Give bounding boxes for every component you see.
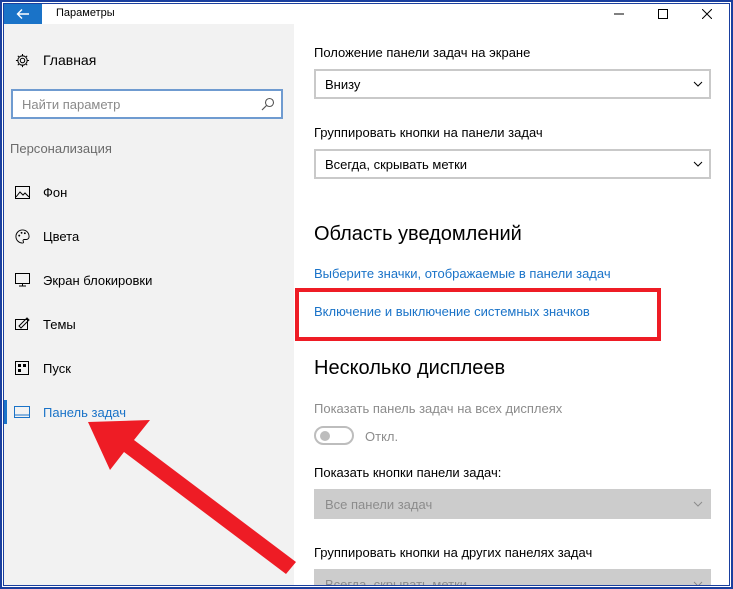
start-icon bbox=[14, 360, 30, 376]
select-value: Всегда, скрывать метки bbox=[325, 577, 468, 585]
sidebar-item-home[interactable]: Главная bbox=[14, 52, 96, 68]
select-value: Внизу bbox=[325, 77, 361, 92]
toggle-knob bbox=[320, 431, 330, 441]
chevron-down-icon bbox=[693, 81, 703, 87]
minimize-icon bbox=[614, 13, 624, 15]
maximize-icon bbox=[658, 9, 668, 19]
highlight-annotation-box bbox=[295, 288, 661, 341]
palette-icon bbox=[14, 228, 30, 244]
lock-screen-icon bbox=[14, 272, 30, 288]
show-taskbar-buttons-select[interactable]: Все панели задач bbox=[314, 489, 711, 519]
sidebar-item-label: Пуск bbox=[43, 360, 71, 376]
image-icon bbox=[14, 184, 30, 200]
select-value: Все панели задач bbox=[325, 497, 433, 512]
group-other-taskbars-select[interactable]: Всегда, скрывать метки bbox=[314, 569, 711, 585]
search-input[interactable]: Найти параметр bbox=[11, 89, 283, 119]
taskbar-position-label: Положение панели задач на экране bbox=[314, 45, 531, 60]
chevron-down-icon bbox=[693, 161, 703, 167]
sidebar-item-label: Экран блокировки bbox=[43, 272, 153, 288]
sidebar-item-lock-screen[interactable]: Экран блокировки bbox=[14, 269, 152, 291]
chevron-down-icon bbox=[693, 581, 703, 585]
taskbar-position-select[interactable]: Внизу bbox=[314, 69, 711, 99]
close-icon bbox=[702, 9, 712, 19]
sidebar-item-background[interactable]: Фон bbox=[14, 181, 67, 203]
main-content: Положение панели задач на экране Внизу Г… bbox=[294, 24, 729, 585]
group-other-taskbars-label: Группировать кнопки на других панелях за… bbox=[314, 545, 593, 560]
sidebar-section-title: Персонализация bbox=[10, 141, 112, 156]
sidebar-item-themes[interactable]: Темы bbox=[14, 313, 76, 335]
sidebar-item-label: Фон bbox=[43, 184, 68, 200]
group-buttons-label: Группировать кнопки на панели задач bbox=[314, 125, 543, 140]
group-buttons-select[interactable]: Всегда, скрывать метки bbox=[314, 149, 711, 179]
search-icon bbox=[261, 97, 275, 111]
sidebar-item-taskbar[interactable]: Панель задач bbox=[14, 401, 126, 423]
show-taskbar-all-displays-toggle[interactable] bbox=[314, 426, 354, 445]
sidebar: Главная Найти параметр Персонализация Фо… bbox=[4, 24, 294, 585]
show-taskbar-buttons-label: Показать кнопки панели задач: bbox=[314, 465, 502, 480]
search-placeholder: Найти параметр bbox=[22, 97, 121, 112]
toggle-state-label: Откл. bbox=[365, 429, 399, 444]
maximize-button[interactable] bbox=[641, 4, 685, 24]
taskbar-icon bbox=[14, 404, 30, 420]
close-button[interactable] bbox=[685, 4, 729, 24]
select-taskbar-icons-link[interactable]: Выберите значки, отображаемые в панели з… bbox=[314, 266, 611, 281]
chevron-down-icon bbox=[693, 501, 703, 507]
sidebar-item-label: Панель задач bbox=[43, 404, 127, 420]
window-title: Параметры bbox=[56, 7, 115, 19]
sidebar-item-label: Темы bbox=[43, 316, 76, 332]
gear-icon bbox=[14, 52, 30, 68]
minimize-button[interactable] bbox=[597, 4, 641, 24]
arrow-left-icon bbox=[16, 9, 29, 19]
notification-area-heading: Область уведомлений bbox=[314, 223, 522, 245]
back-button[interactable] bbox=[4, 4, 42, 24]
title-bar: Параметры bbox=[4, 4, 729, 24]
sidebar-item-label: Цвета bbox=[43, 228, 80, 244]
active-indicator bbox=[4, 400, 7, 424]
select-value: Всегда, скрывать метки bbox=[325, 157, 468, 172]
multiple-displays-heading: Несколько дисплеев bbox=[314, 357, 506, 379]
sidebar-home-label: Главная bbox=[43, 52, 97, 68]
sidebar-item-colors[interactable]: Цвета bbox=[14, 225, 79, 247]
themes-icon bbox=[14, 316, 30, 332]
show-taskbar-all-displays-label: Показать панель задач на всех дисплеях bbox=[314, 401, 563, 416]
sidebar-item-start[interactable]: Пуск bbox=[14, 357, 71, 379]
